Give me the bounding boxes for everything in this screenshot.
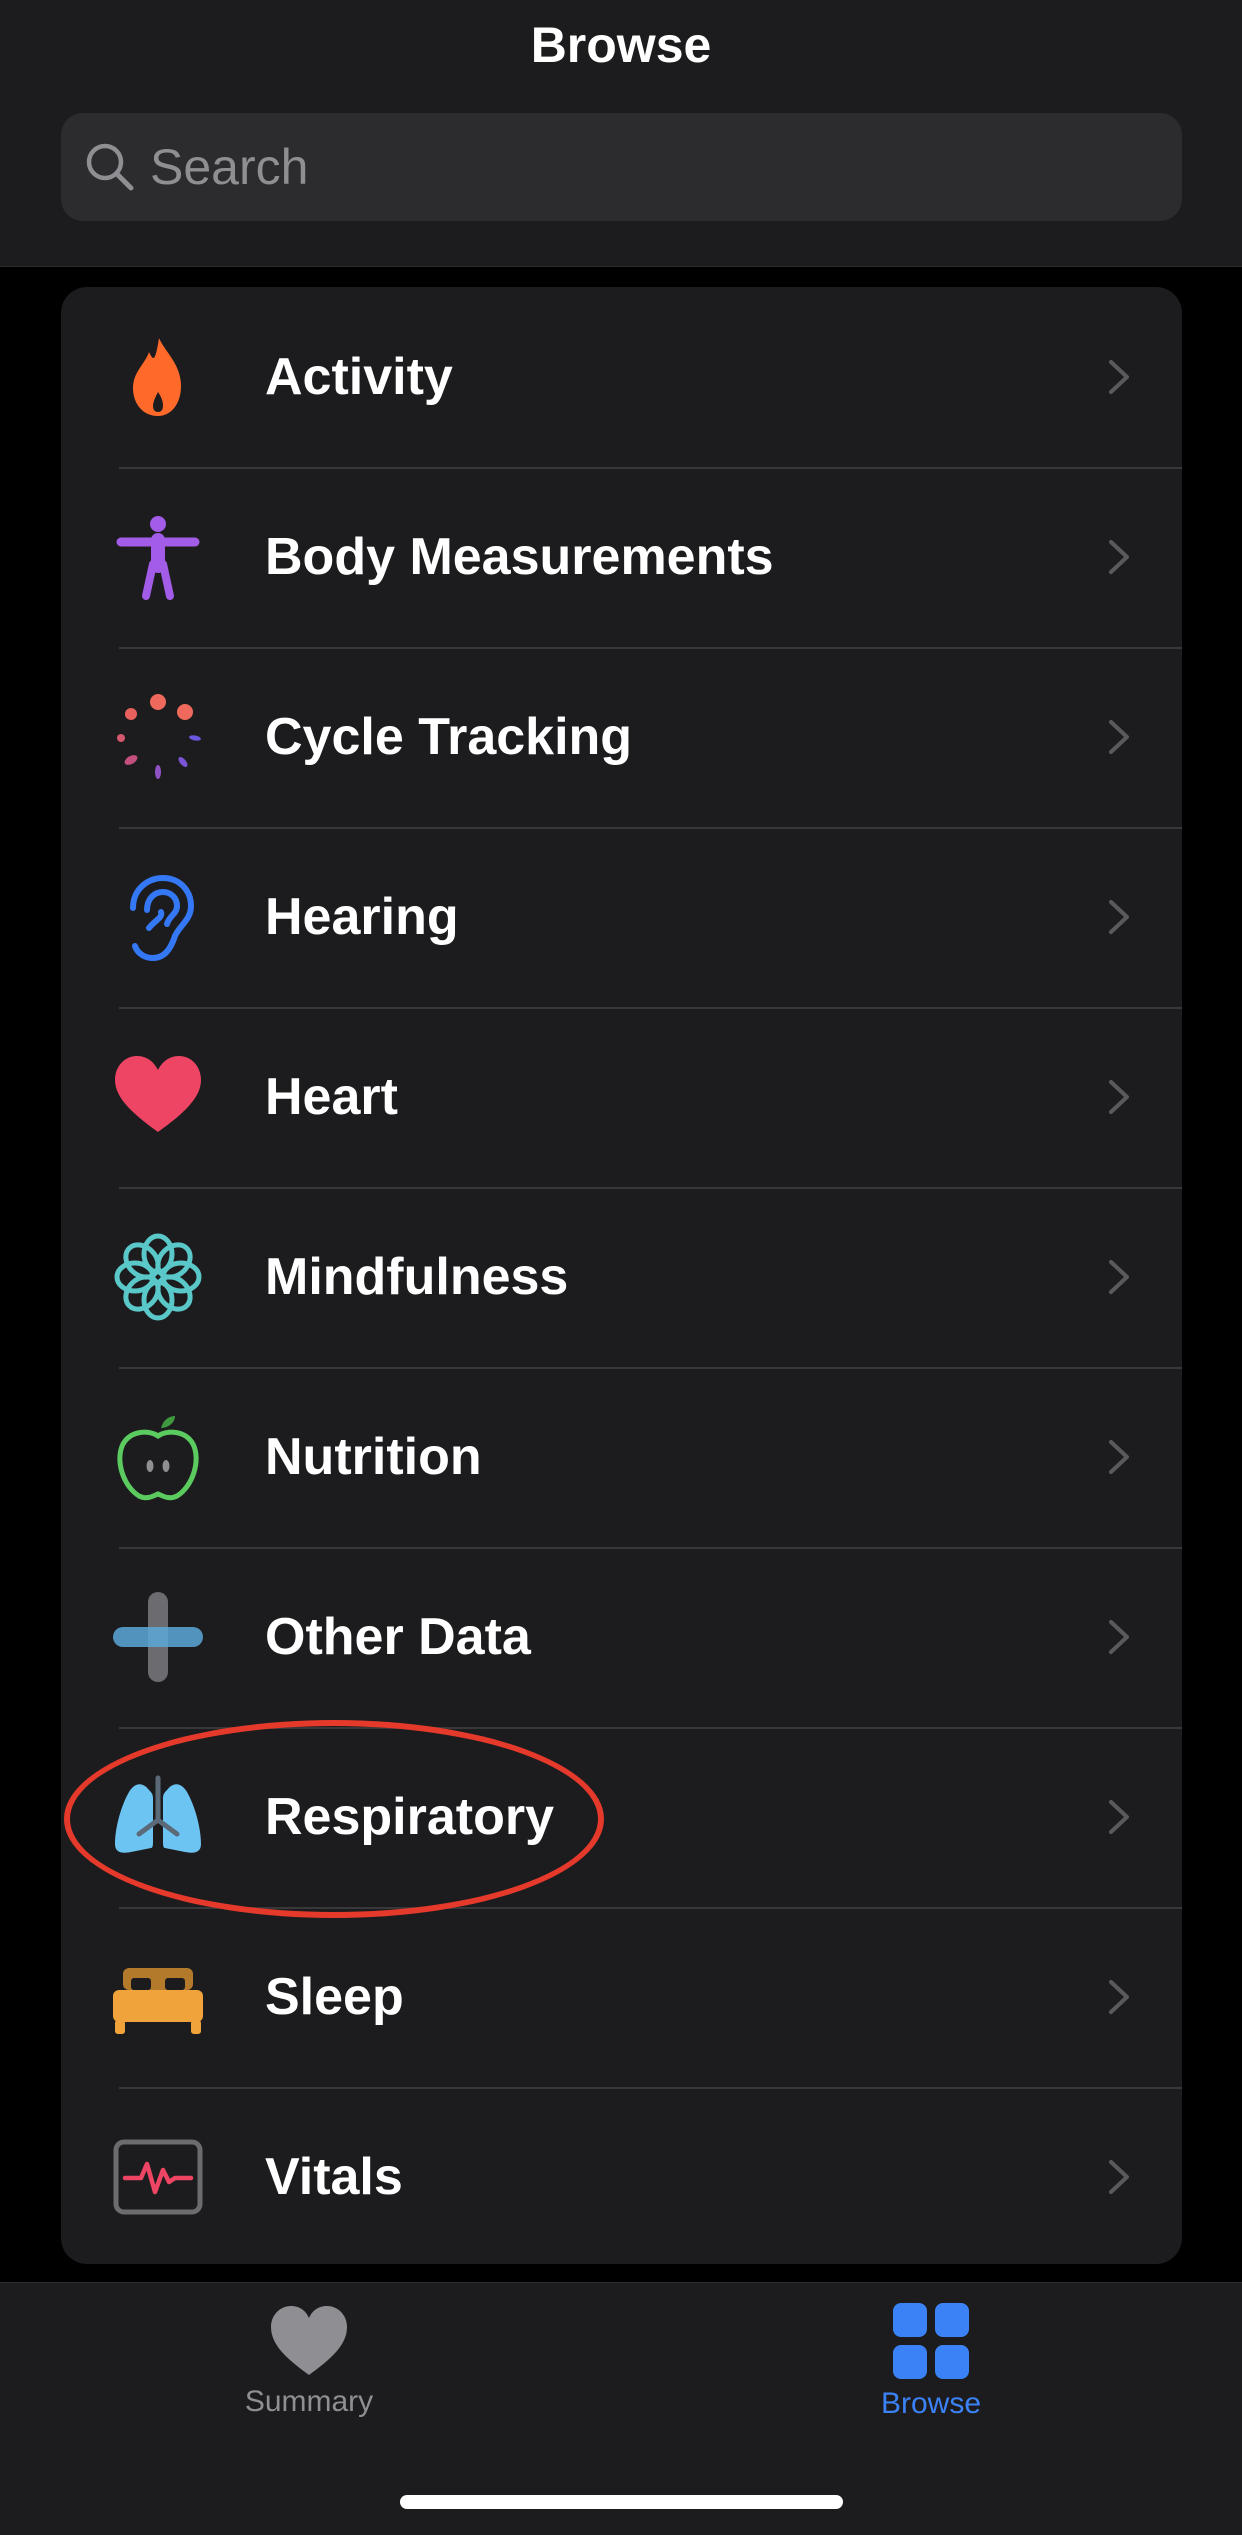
- cycle-dots-icon: [113, 692, 203, 782]
- tab-browse[interactable]: Browse: [831, 2303, 1031, 2421]
- category-label: Mindfulness: [265, 1248, 569, 1306]
- vitals-icon: [113, 2132, 203, 2222]
- chevron-right-icon: [1109, 2160, 1129, 2194]
- category-row-vitals[interactable]: Vitals: [61, 2087, 1182, 2264]
- category-row-heart[interactable]: Heart: [61, 1007, 1182, 1187]
- tab-label: Summary: [244, 2385, 374, 2418]
- heart-icon: [271, 2306, 347, 2375]
- category-row-hearing[interactable]: Hearing: [61, 827, 1182, 1007]
- lungs-icon: [113, 1772, 203, 1862]
- home-indicator: [400, 2495, 843, 2509]
- page-title: Browse: [530, 17, 712, 73]
- category-list: Activity Body Measurements Cycle Trackin…: [61, 287, 1182, 2264]
- heart-icon: [113, 1052, 203, 1142]
- plus-icon: [113, 1592, 203, 1682]
- category-label: Hearing: [265, 888, 459, 946]
- chevron-right-icon: [1109, 1620, 1129, 1654]
- chevron-right-icon: [1109, 540, 1129, 574]
- ear-icon: [113, 872, 203, 962]
- chevron-right-icon: [1109, 1260, 1129, 1294]
- chevron-right-icon: [1109, 1440, 1129, 1474]
- category-label: Body Measurements: [265, 528, 774, 586]
- grid-icon: [893, 2303, 969, 2379]
- tab-summary[interactable]: Summary: [209, 2303, 409, 2419]
- category-label: Other Data: [265, 1608, 531, 1666]
- category-label: Vitals: [265, 2148, 403, 2206]
- chevron-right-icon: [1109, 1800, 1129, 1834]
- category-row-cycle-tracking[interactable]: Cycle Tracking: [61, 647, 1182, 827]
- bed-icon: [113, 1952, 203, 2042]
- category-row-body-measurements[interactable]: Body Measurements: [61, 467, 1182, 647]
- category-row-respiratory[interactable]: Respiratory: [61, 1727, 1182, 1907]
- chevron-right-icon: [1109, 720, 1129, 754]
- chevron-right-icon: [1109, 900, 1129, 934]
- search-bar[interactable]: [61, 112, 1182, 222]
- flame-icon: [113, 332, 203, 422]
- apple-icon: [113, 1412, 203, 1502]
- navigation-header: Browse: [0, 0, 1242, 267]
- chevron-right-icon: [1109, 360, 1129, 394]
- category-row-sleep[interactable]: Sleep: [61, 1907, 1182, 2087]
- category-row-activity[interactable]: Activity: [61, 287, 1182, 467]
- category-label: Respiratory: [265, 1788, 554, 1846]
- search-input[interactable]: [148, 112, 1182, 222]
- flower-icon: [113, 1232, 203, 1322]
- search-icon: [86, 143, 134, 191]
- category-label: Sleep: [265, 1968, 404, 2026]
- category-label: Activity: [265, 348, 453, 406]
- tab-label: Browse: [880, 2387, 982, 2420]
- category-row-nutrition[interactable]: Nutrition: [61, 1367, 1182, 1547]
- figure-icon: [113, 512, 203, 602]
- chevron-right-icon: [1109, 1080, 1129, 1114]
- category-row-other-data[interactable]: Other Data: [61, 1547, 1182, 1727]
- category-row-mindfulness[interactable]: Mindfulness: [61, 1187, 1182, 1367]
- category-label: Heart: [265, 1068, 398, 1126]
- chevron-right-icon: [1109, 1980, 1129, 2014]
- category-label: Nutrition: [265, 1428, 482, 1486]
- category-label: Cycle Tracking: [265, 708, 633, 766]
